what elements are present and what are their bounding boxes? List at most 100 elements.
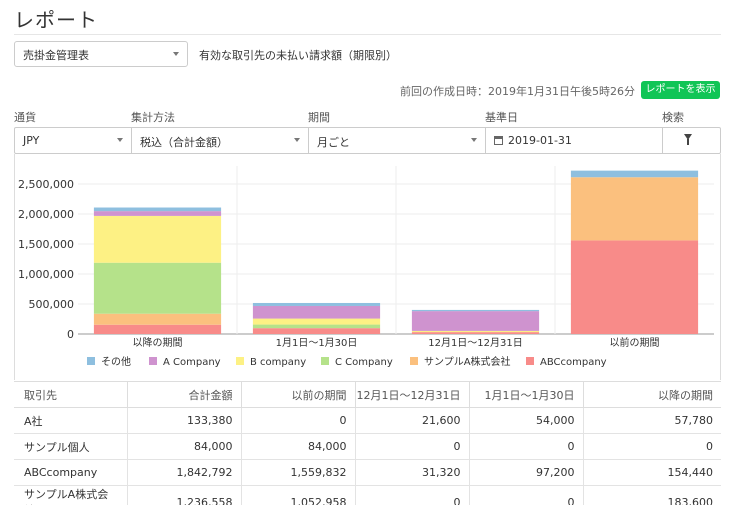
chevron-down-icon: [117, 138, 123, 142]
legend-label: A Company: [163, 357, 221, 368]
cell-after: 154,440: [582, 459, 721, 486]
col-header: 1月1日〜1月30日: [468, 381, 583, 408]
cell-before: 1,052,958: [240, 485, 355, 505]
cell-before: 0: [240, 407, 355, 434]
table-row[interactable]: サンプルA株式会社 1,236,558 1,052,958 0 0 183,60…: [14, 485, 721, 505]
report-description: 有効な取引先の未払い請求額（期限別）: [199, 49, 397, 62]
bar-segment: [93, 211, 222, 216]
page-title: レポート: [14, 8, 98, 32]
method-value: 税込（合計金額）: [140, 136, 228, 149]
legend-swatch: [410, 357, 418, 365]
chevron-down-icon: [294, 138, 300, 142]
cell-jan: 97,200: [468, 459, 583, 486]
cell-dec: 31,320: [354, 459, 469, 486]
legend-swatch: [87, 357, 95, 365]
cell-client: サンプル個人: [14, 433, 127, 460]
cell-before: 1,559,832: [240, 459, 355, 486]
show-report-button[interactable]: レポートを表示: [641, 81, 720, 99]
search-button[interactable]: [663, 128, 720, 153]
legend-label: C Company: [335, 357, 393, 368]
cell-client: A社: [14, 407, 127, 434]
cell-jan: 54,000: [468, 407, 583, 434]
legend-swatch: [149, 357, 157, 365]
cell-client: ABCcompany: [14, 459, 127, 486]
filter-bar: JPY 税込（合計金額） 月ごと 2019-01-31: [14, 127, 721, 154]
title-divider: [14, 34, 721, 35]
bar-segment: [570, 177, 699, 241]
calendar-icon: [494, 136, 503, 145]
cell-total: 133,380: [126, 407, 241, 434]
cell-total: 1,842,792: [126, 459, 241, 486]
bar-segment: [411, 330, 540, 333]
chart-panel: 0 500,000 1,000,000 1,500,000 2,000,000 2,500…: [14, 154, 721, 380]
cell-after: 0: [582, 433, 721, 460]
cell-dec: 0: [354, 485, 469, 505]
table-header-row: 取引先 合計金額 以前の期間 12月1日〜12月31日 1月1日〜1月30日 以…: [14, 381, 721, 408]
period-value: 月ごと: [317, 136, 350, 149]
cell-before: 84,000: [240, 433, 355, 460]
report-type-value: 売掛金管理表: [23, 49, 89, 62]
base-date-input[interactable]: 2019-01-31: [486, 128, 663, 153]
y-tick-label: 2,500,000: [18, 178, 74, 191]
bar-segment: [93, 207, 222, 212]
chevron-down-icon: [471, 138, 477, 142]
col-header: 以前の期間: [240, 381, 355, 408]
cell-after: 183,600: [582, 485, 721, 505]
cell-dec: 21,600: [354, 407, 469, 434]
table-row[interactable]: A社 133,380 0 21,600 54,000 57,780: [14, 407, 721, 434]
search-label: 検索: [662, 111, 684, 124]
currency-value: JPY: [23, 134, 40, 147]
col-header: 合計金額: [126, 381, 241, 408]
bar-segment: [570, 240, 699, 334]
currency-label: 通貨: [14, 111, 36, 124]
col-header: 以降の期間: [582, 381, 721, 408]
legend-label: ABCcompany: [540, 357, 607, 368]
report-type-select[interactable]: 売掛金管理表: [14, 41, 188, 67]
cell-client: サンプルA株式会社: [14, 485, 127, 505]
col-header: 12月1日〜12月31日: [354, 381, 469, 408]
col-header: 取引先: [14, 381, 127, 408]
bar-segment: [252, 328, 381, 334]
base-date-value: 2019-01-31: [508, 134, 572, 147]
bar-segment: [93, 215, 222, 263]
method-select[interactable]: 税込（合計金額）: [132, 128, 309, 153]
table-row[interactable]: サンプル個人 84,000 84,000 0 0 0: [14, 433, 721, 460]
x-tick-label: 1月1日〜1月30日: [276, 337, 358, 349]
cell-after: 57,780: [582, 407, 721, 434]
y-tick-label: 1,500,000: [18, 238, 74, 251]
period-select[interactable]: 月ごと: [309, 128, 486, 153]
bar-segment: [93, 324, 222, 334]
cell-jan: 0: [468, 485, 583, 505]
x-tick-label: 以降の期間: [133, 336, 183, 349]
filter-icon: [684, 134, 692, 145]
legend-swatch: [526, 357, 534, 365]
cell-jan: 0: [468, 433, 583, 460]
cell-total: 84,000: [126, 433, 241, 460]
cell-total: 1,236,558: [126, 485, 241, 505]
bar-segment: [570, 170, 699, 178]
created-timestamp: 前回の作成日時：2019年1月31日午後5時26分: [400, 85, 635, 98]
table-row[interactable]: ABCcompany 1,842,792 1,559,832 31,320 97…: [14, 459, 721, 486]
bar-segment: [411, 311, 540, 331]
bar-segment: [252, 302, 381, 306]
legend-label: その他: [101, 355, 131, 368]
bar-segment: [93, 313, 222, 325]
bar-segment: [411, 332, 540, 334]
legend-label: B company: [250, 357, 306, 368]
cell-dec: 0: [354, 433, 469, 460]
x-tick-label: 以前の期間: [610, 336, 660, 349]
base-date-label: 基準日: [485, 111, 518, 124]
currency-select[interactable]: JPY: [15, 128, 132, 153]
y-tick-label: 500,000: [29, 298, 75, 311]
legend-label: サンプルA株式会社: [424, 355, 511, 368]
bar-segment: [252, 324, 381, 329]
y-tick-label: 2,000,000: [18, 208, 74, 221]
bar-segment: [93, 262, 222, 314]
chevron-down-icon: [173, 52, 179, 56]
legend-swatch: [236, 357, 244, 365]
bar-segment: [252, 318, 381, 325]
legend-swatch: [321, 357, 329, 365]
y-tick-label: 0: [67, 328, 74, 341]
period-label: 期間: [308, 111, 330, 124]
y-tick-label: 1,000,000: [18, 268, 74, 281]
